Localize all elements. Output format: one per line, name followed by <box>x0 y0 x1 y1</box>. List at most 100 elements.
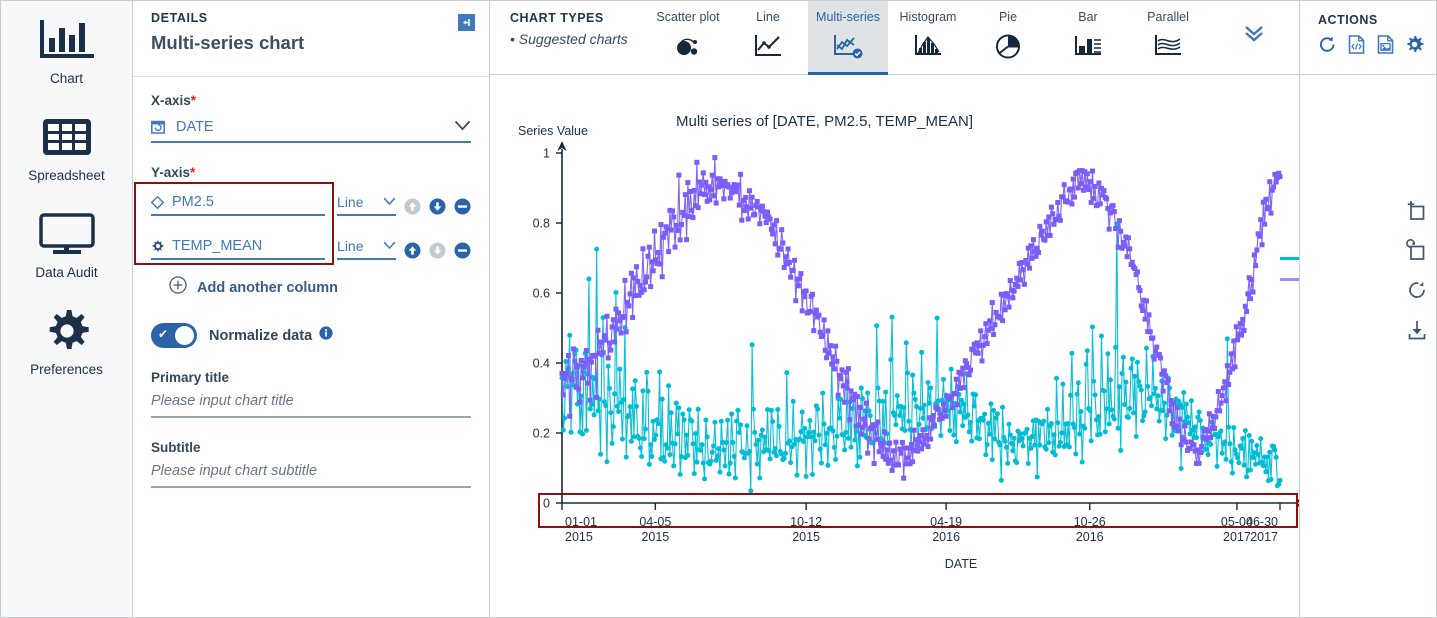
chevron-double-down-icon <box>1243 25 1265 48</box>
collapse-panel-icon[interactable] <box>458 14 475 31</box>
sidebar-item-preferences[interactable]: Preferences <box>1 306 132 377</box>
settings-gear-icon[interactable] <box>1405 35 1424 54</box>
calendar-icon <box>151 120 173 134</box>
sidebar-item-label: Preferences <box>30 362 103 377</box>
check-icon: ✔ <box>158 327 169 341</box>
tab-bar[interactable]: Bar <box>1048 1 1128 74</box>
tab-parallel[interactable]: Parallel <box>1128 1 1208 74</box>
crop-expand-icon[interactable] <box>1406 199 1428 221</box>
suggested-charts-text: Suggested charts <box>518 31 628 47</box>
refresh-icon[interactable] <box>1318 35 1337 54</box>
y-axis-column-select[interactable]: PM2.5 <box>151 194 326 216</box>
tab-multi-series[interactable]: Multi-series <box>808 1 888 75</box>
app-nav-rail: Chart Spreadsheet Data Audit Preferences <box>1 1 133 617</box>
svg-text:04-19: 04-19 <box>930 515 962 529</box>
multi-series-line-plot: Series Value00.20.40.60.8101-01201504-05… <box>518 124 1299 571</box>
bar-chart-icon <box>1073 31 1103 61</box>
move-down-button[interactable] <box>429 198 446 215</box>
suggested-charts-label: • Suggested charts <box>510 31 628 47</box>
y-axis-row: TEMP_MEAN Line <box>151 232 471 260</box>
remove-column-button[interactable] <box>454 242 471 259</box>
subtitle-label: Subtitle <box>151 440 201 455</box>
svg-text:0: 0 <box>543 497 550 511</box>
tab-pie[interactable]: Pie <box>968 1 1048 74</box>
svg-text:06-30: 06-30 <box>1246 515 1278 529</box>
svg-text:2016: 2016 <box>932 530 960 544</box>
export-image-icon[interactable] <box>1376 35 1395 54</box>
chart-canvas: Multi series of [DATE, PM2.5, TEMP_MEAN]… <box>490 75 1299 617</box>
legend-item[interactable]: TEMP_MEAN <box>1280 272 1299 286</box>
svg-text:Series Value: Series Value <box>518 124 588 138</box>
y-axis-chart-type-select[interactable]: Line <box>337 237 396 260</box>
export-code-icon[interactable] <box>1347 35 1366 54</box>
sidebar-item-chart[interactable]: Chart <box>1 15 132 86</box>
x-axis-select[interactable]: DATE <box>151 116 471 143</box>
subtitle-input[interactable] <box>151 461 471 488</box>
tab-histogram[interactable]: Histogram <box>888 1 968 74</box>
add-another-column-button[interactable]: Add another column <box>169 276 471 299</box>
primary-title-input[interactable] <box>151 391 471 418</box>
add-another-column-label: Add another column <box>197 279 338 296</box>
x-axis-label: X-axis* <box>151 93 471 108</box>
histogram-icon <box>913 31 943 61</box>
diamond-measure-icon <box>151 195 172 209</box>
subtitle-block: Subtitle <box>151 440 471 488</box>
pie-chart-icon <box>994 31 1022 61</box>
actions-kicker: ACTIONS <box>1318 13 1378 27</box>
legend-line-swatch <box>1280 277 1299 281</box>
actions-header: ACTIONS <box>1300 1 1436 75</box>
download-icon[interactable] <box>1406 319 1428 341</box>
svg-text:0.6: 0.6 <box>533 287 550 301</box>
svg-text:2016: 2016 <box>1076 530 1104 544</box>
sidebar-item-label: Chart <box>49 71 83 86</box>
primary-title-label: Primary title <box>151 370 230 385</box>
normalize-data-toggle[interactable]: ✔ <box>151 323 197 348</box>
chevron-down-icon <box>454 118 471 136</box>
plus-circle-icon <box>169 276 187 299</box>
details-header: DETAILS Multi-series chart <box>133 1 489 77</box>
move-up-button[interactable] <box>404 198 421 215</box>
y-axis-column-name: PM2.5 <box>172 194 214 210</box>
parallel-coordinates-icon <box>1153 31 1183 61</box>
chart-types-heading: CHART TYPES • Suggested charts <box>490 1 648 74</box>
y-axis-column-select[interactable]: TEMP_MEAN <box>151 238 326 260</box>
legend-item[interactable]: PM2.5 <box>1280 251 1299 265</box>
tab-line[interactable]: Line <box>728 1 808 74</box>
line-chart-icon <box>753 31 783 61</box>
tab-label: Pie <box>998 10 1018 24</box>
normalize-data-row: ✔ Normalize data <box>151 323 471 348</box>
tab-label: Line <box>756 10 780 24</box>
info-icon[interactable] <box>319 326 333 345</box>
svg-text:1: 1 <box>543 147 550 161</box>
sidebar-item-data-audit[interactable]: Data Audit <box>1 209 132 280</box>
svg-text:0.4: 0.4 <box>533 357 550 371</box>
page-title: Multi-series chart <box>151 32 305 53</box>
sidebar-item-spreadsheet[interactable]: Spreadsheet <box>1 112 132 183</box>
sidebar-item-label: Spreadsheet <box>28 168 105 183</box>
svg-text:2015: 2015 <box>641 530 669 544</box>
tab-label: Scatter plot <box>656 10 720 24</box>
sidebar-item-label: Data Audit <box>35 265 98 280</box>
tab-scatter-plot[interactable]: Scatter plot <box>648 1 728 74</box>
move-up-button[interactable] <box>404 242 421 259</box>
y-axis-chart-type-select[interactable]: Line <box>337 193 396 216</box>
remove-column-button[interactable] <box>454 198 471 215</box>
scatter-plot-icon <box>674 31 702 61</box>
legend-line-swatch <box>1280 256 1299 260</box>
undo-rotate-icon[interactable] <box>1406 239 1428 261</box>
move-down-button[interactable] <box>429 242 446 259</box>
monitor-icon <box>38 209 96 259</box>
svg-text:2017: 2017 <box>1250 530 1278 544</box>
details-kicker: DETAILS <box>151 11 208 25</box>
svg-text:DATE: DATE <box>945 557 977 571</box>
svg-text:2015: 2015 <box>792 530 820 544</box>
chart-types-kicker: CHART TYPES <box>510 11 604 25</box>
chevron-down-icon <box>383 237 396 255</box>
reset-refresh-icon[interactable] <box>1406 279 1428 301</box>
more-chart-types-button[interactable] <box>1208 1 1299 74</box>
tab-label: Histogram <box>899 10 957 24</box>
x-axis-value: DATE <box>176 119 214 135</box>
svg-text:0.2: 0.2 <box>533 427 550 441</box>
multi-series-chart-icon <box>832 31 864 61</box>
svg-text:2015: 2015 <box>565 530 593 544</box>
